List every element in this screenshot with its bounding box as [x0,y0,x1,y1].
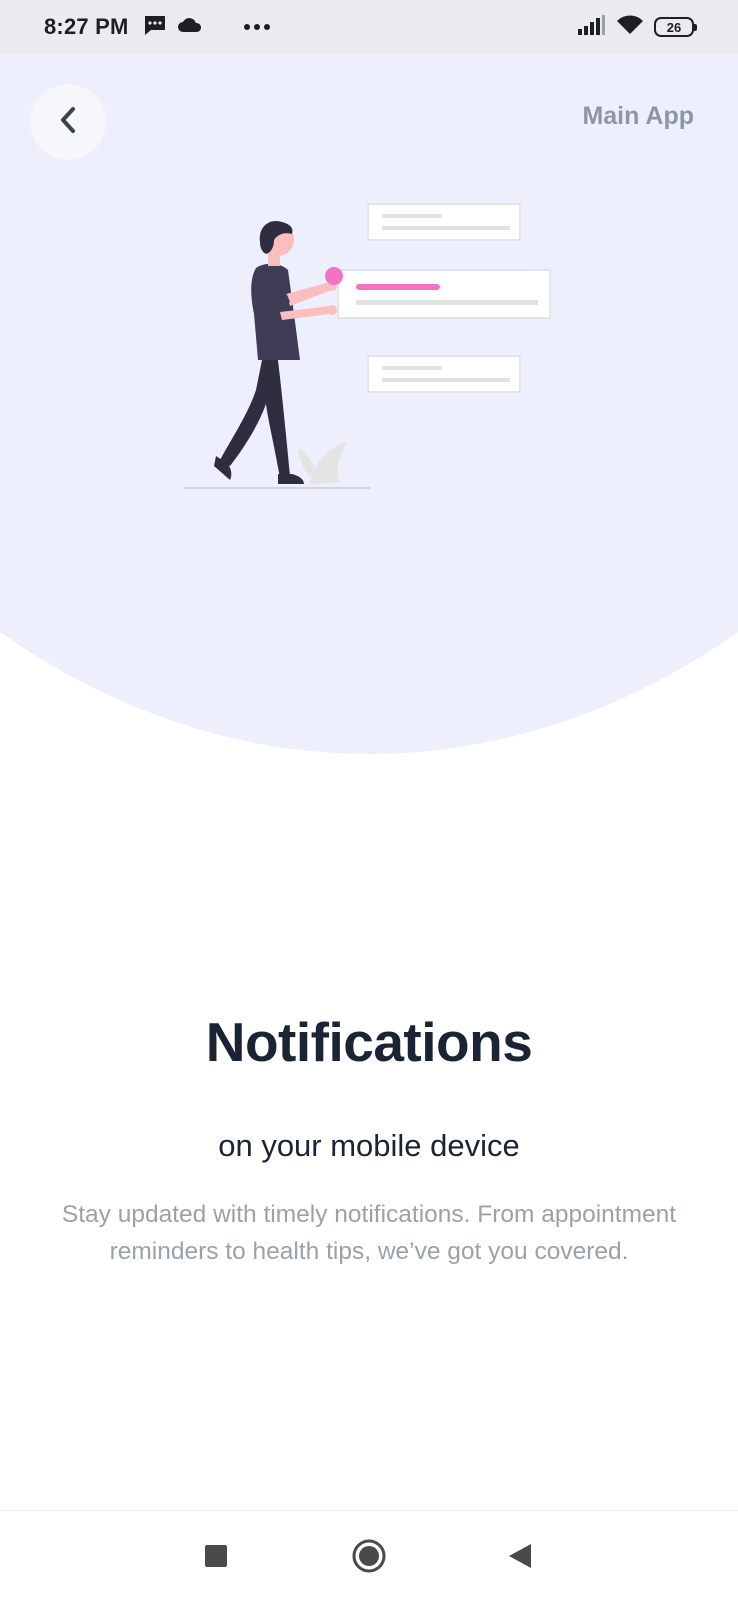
system-nav-bar [0,1510,738,1600]
recents-square-icon [204,1544,228,1573]
message-icon [143,14,167,41]
battery-icon: 26 [654,17,697,37]
battery-level: 26 [666,19,682,35]
page-title: Notifications [205,1011,533,1073]
back-triangle-icon [507,1542,533,1575]
hero-section: Main App [0,54,738,754]
notification-card-top [367,203,521,241]
status-icons-left [177,16,271,39]
home-circle-icon [351,1538,387,1579]
cloud-icon [177,16,203,39]
chevron-left-icon [56,105,80,140]
wifi-icon [616,14,644,41]
page-description: Stay updated with timely notifications. … [61,1201,677,1265]
status-bar: 8:27 PM 26 [0,0,738,54]
main-app-link[interactable]: Main App [582,102,694,131]
notification-card-bottom [367,355,521,393]
status-left: 8:27 PM [44,14,167,41]
status-right: 26 [578,14,697,41]
pink-dot [325,267,343,285]
more-dots-icon [243,18,271,36]
onboarding-screen: 8:27 PM 26 Main App Notifications on you… [0,0,738,1600]
page-subtitle: on your mobile device [218,1128,520,1163]
notification-card-middle [337,269,551,319]
recents-button[interactable] [193,1535,239,1581]
signal-icon [578,14,606,40]
back-button[interactable] [30,84,106,160]
notifications-illustration [184,203,551,489]
person [214,220,343,484]
home-button[interactable] [346,1535,392,1581]
status-time: 8:27 PM [44,14,129,39]
system-back-button[interactable] [497,1535,543,1581]
